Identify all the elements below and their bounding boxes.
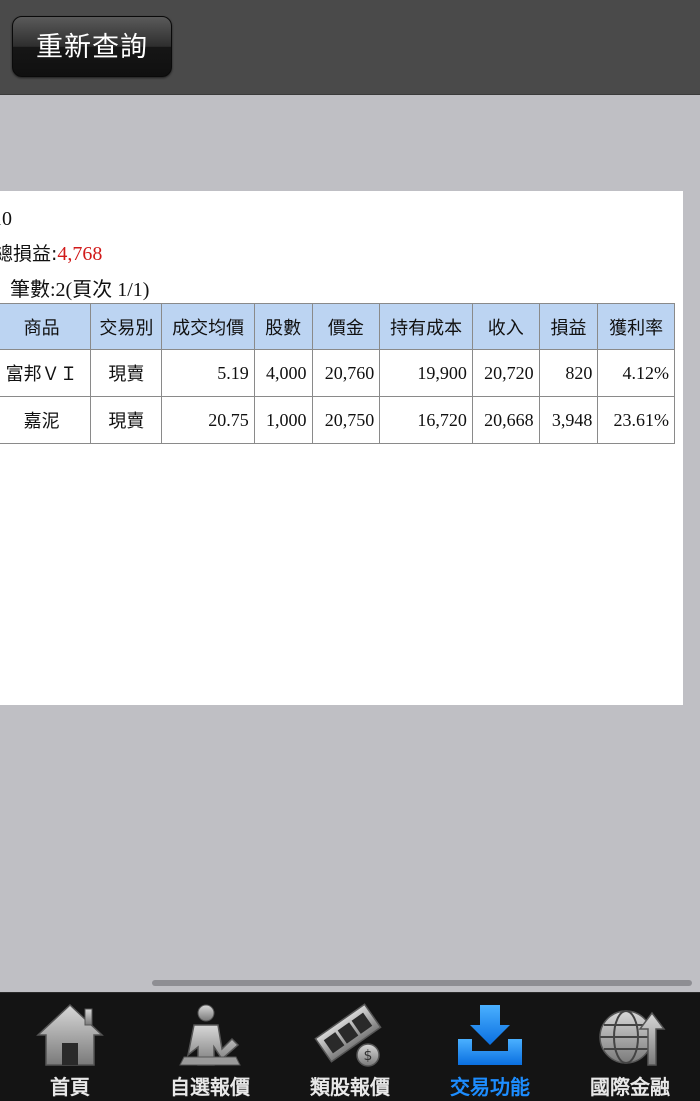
record-count-label: 筆數:2(頁次 1/1) [10, 279, 150, 301]
product-link[interactable]: 嘉泥 [0, 396, 92, 444]
shares: 4,000 [253, 349, 313, 397]
col-income: 收入 [471, 303, 540, 350]
col-cost: 持有成本 [379, 303, 473, 350]
income: 20,720 [471, 349, 540, 397]
summary-line-1: 10 [0, 208, 12, 230]
film-coin-icon: $ [314, 1003, 382, 1067]
col-avg-price: 成交均價 [161, 303, 255, 350]
avg-price: 20.75 [161, 396, 255, 444]
tab-home[interactable]: 首頁 [0, 993, 140, 1101]
col-amount: 價金 [311, 303, 381, 350]
profit-loss: 820 [538, 349, 599, 397]
shares: 1,000 [253, 396, 313, 444]
tab-international-label: 國際金融 [590, 1075, 670, 1099]
total-pl-value: 4,768 [57, 243, 103, 265]
requery-button[interactable]: 重新查詢 [12, 16, 172, 77]
tab-sector-quotes-label: 類股報價 [310, 1075, 390, 1099]
avg-price: 5.19 [161, 349, 255, 397]
globe-arrow-icon [599, 1010, 666, 1066]
col-rate: 獲利率 [597, 303, 675, 350]
trade-type: 現賣 [90, 349, 163, 397]
top-bar: 重新查詢 [0, 0, 700, 95]
table-row[interactable]: 嘉泥 現賣 20.75 1,000 20,750 16,720 20,668 3… [0, 396, 675, 444]
amount: 20,760 [311, 349, 381, 397]
table-row[interactable]: 富邦ＶＩ 現賣 5.19 4,000 20,760 19,900 20,720 … [0, 349, 675, 397]
record-count: 筆數:2(頁次 1/1) [10, 273, 149, 302]
tab-trading-label: 交易功能 [450, 1075, 530, 1099]
tray-download-icon [458, 1005, 522, 1065]
amount: 20,750 [311, 396, 381, 444]
tab-trading[interactable]: 交易功能 [420, 993, 560, 1101]
total-pl-line: 總損益:4,768 [0, 239, 102, 266]
cost: 19,900 [379, 349, 473, 397]
horizontal-scrollbar[interactable] [152, 980, 692, 986]
tab-international[interactable]: 國際金融 [560, 993, 700, 1101]
home-icon [36, 1003, 104, 1066]
trade-type: 現賣 [90, 396, 163, 444]
tab-watchlist-label: 自選報價 [170, 1075, 250, 1099]
total-pl-label: 總損益: [0, 243, 58, 265]
tab-home-label: 首頁 [50, 1075, 90, 1099]
col-shares: 股數 [253, 303, 313, 350]
tab-sector-quotes[interactable]: $ 類股報價 [280, 993, 420, 1101]
col-type: 交易別 [90, 303, 163, 350]
results-panel: 10 總損益:4,768 筆數:2(頁次 1/1) 商品 交易別 成交均價 股數… [0, 191, 683, 705]
cost: 16,720 [379, 396, 473, 444]
tab-watchlist[interactable]: 自選報價 [140, 993, 280, 1101]
profit-rate: 23.61% [597, 396, 675, 444]
svg-text:$: $ [364, 1048, 373, 1064]
person-chart-icon [179, 1004, 241, 1066]
product-link[interactable]: 富邦ＶＩ [0, 349, 92, 397]
bottom-tab-bar: 首頁 自選報價 $ 類股報價 交易功能 國際金融 [0, 992, 700, 1101]
profit-rate: 4.12% [597, 349, 675, 397]
profit-loss: 3,948 [538, 396, 599, 444]
col-product: 商品 [0, 303, 92, 350]
positions-table: 商品 交易別 成交均價 股數 價金 持有成本 收入 損益 獲利率 富邦ＶＩ 現賣… [0, 303, 675, 444]
col-pl: 損益 [538, 303, 599, 350]
table-header-row: 商品 交易別 成交均價 股數 價金 持有成本 收入 損益 獲利率 [0, 303, 675, 350]
income: 20,668 [471, 396, 540, 444]
